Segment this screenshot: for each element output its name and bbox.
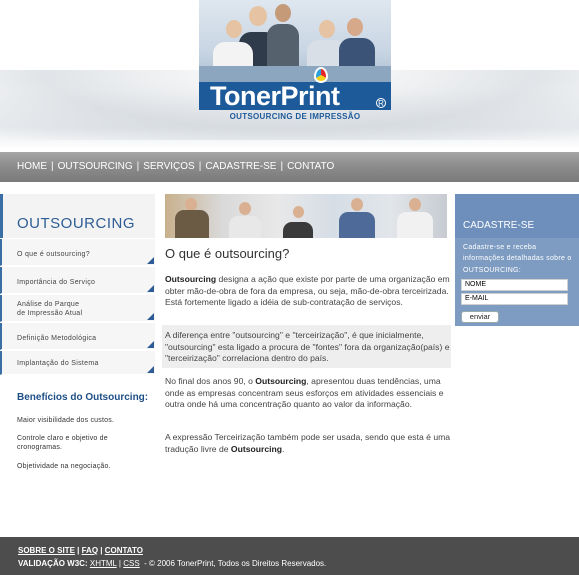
copyright: © 2006 TonerPrint, Todos os Direitos Res… [149,559,327,568]
sidebar-item-label: Análise do Parque [17,301,80,308]
nav-home[interactable]: HOME [17,161,47,172]
page-title: O que é outsourcing? [165,246,290,261]
nav-outsourcing[interactable]: OUTSOURCING [58,161,133,172]
benefit-item: Objetividade na negociação. [17,463,111,470]
footer [0,537,579,575]
benefit-item: Controle claro e objetivo de [17,435,108,442]
corner-arrow-icon [147,341,154,348]
signup-title: CADASTRE-SE [463,220,535,231]
benefits-title: Benefícios do Outsourcing: [17,392,149,403]
main-nav: HOME | OUTSOURCING | SERVIÇOS | CADASTRE-SE | CO… [0,152,579,182]
bold-term: Outsourcing [255,376,307,386]
sidebar-item-label: Implantação do Sistema [17,360,99,367]
footer-link-faq[interactable]: FAQ [82,546,98,555]
nav-separator: | [51,161,54,172]
logo[interactable]: TonerPrint [210,81,340,112]
footer-link-sobre[interactable]: SOBRE O SITE [18,546,75,555]
corner-arrow-icon [147,285,154,292]
benefit-item: Maior visibilidade dos custos. [17,417,115,424]
nav-cadastre-se[interactable]: CADASTRE-SE [205,161,276,172]
corner-arrow-icon [147,313,154,320]
nav-separator: | [198,161,202,172]
sidebar-item-o-que-e[interactable]: O que é outsourcing? [0,239,155,266]
paragraph-3: No final dos anos 90, o Outsourcing, apr… [165,376,444,410]
registered-icon: R [376,98,386,108]
sidebar-item-implantacao[interactable]: Implantação do Sistema [0,351,155,375]
sidebar-title: OUTSOURCING [17,215,135,232]
content-banner-photo [165,194,447,238]
paragraph-2: A diferença entre "outsourcing" e "terce… [165,330,450,364]
nav-contato[interactable]: CONTATO [287,161,334,172]
nav-separator: | [280,161,284,172]
sidebar-item-analise[interactable]: Análise do Parque de Impressão Atual [0,295,155,322]
validation-label: VALIDAÇÃO W3C: [18,559,88,568]
footer-links: SOBRE O SITE | FAQ | CONTATO [18,546,143,555]
sidebar-item-label: Importância do Serviço [17,279,96,286]
bold-term: Outsourcing [230,443,283,454]
sidebar-item-label: O que é outsourcing? [17,251,90,258]
footer-validation: VALIDAÇÃO W3C: XHTML | CSS - © 2006 Tone… [18,559,327,568]
paragraph-4: A expressão Terceirização também pode se… [165,432,451,454]
sidebar-item-label: Definição Metodológica [17,335,97,342]
submit-button[interactable]: enviar [461,311,499,323]
hero-photo [199,0,391,82]
css-link[interactable]: CSS [123,559,139,568]
corner-arrow-icon [147,366,154,373]
nav-separator: | [136,161,140,172]
corner-arrow-icon [147,257,154,264]
nav-servicos[interactable]: SERVIÇOS [143,161,195,172]
email-field[interactable]: E-MAIL [461,293,568,305]
signup-text: Cadastre-se e receba informações detalha… [463,244,572,274]
signup-header [455,194,579,238]
sidebar-item-label-line2: de Impressão Atual [17,310,83,317]
paragraph-1: Outsourcing designa a ação que existe po… [165,274,450,308]
benefit-item-line2: cronogramas. [17,444,63,451]
logo-tagline: OUTSOURCING DE IMPRESSÃO [229,112,361,121]
xhtml-link[interactable]: XHTML [90,559,117,568]
page: TonerPrint R OUTSOURCING DE IMPRESSÃO HO… [0,0,579,575]
bold-term: Outsourcing [165,274,217,284]
footer-link-contato[interactable]: CONTATO [105,546,143,555]
name-field[interactable]: NOME [461,279,568,291]
sidebar-item-importancia[interactable]: Importância do Serviço [0,267,155,294]
sidebar-item-definicao[interactable]: Definição Metodológica [0,323,155,350]
